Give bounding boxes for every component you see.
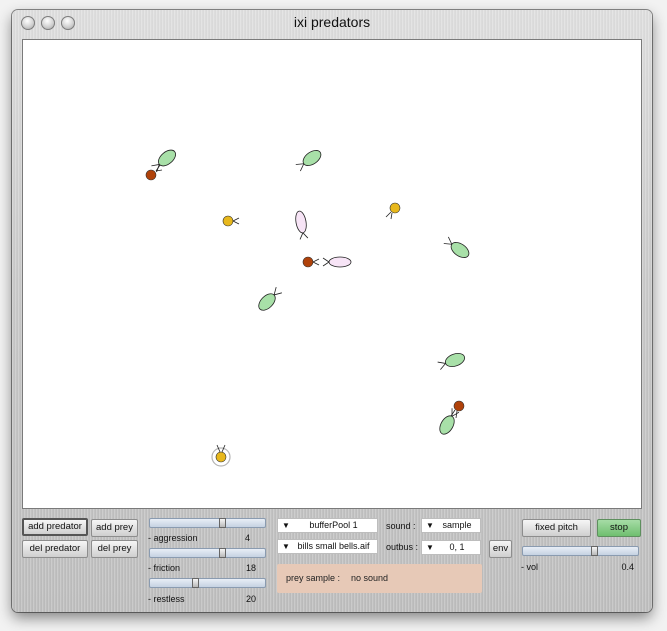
prey-sample-label: prey sample : — [286, 573, 341, 583]
dropdown-arrow-icon: ▼ — [282, 542, 290, 551]
simulation-canvas[interactable] — [22, 39, 642, 509]
buffer-pool-dropdown[interactable]: ▼ bufferPool 1 — [277, 518, 378, 533]
predator-creature[interactable] — [150, 147, 178, 174]
aggression-value: 4 — [244, 533, 250, 543]
friction-value: 18 — [245, 563, 256, 573]
add-prey-button[interactable]: add prey — [91, 519, 138, 537]
add-predator-button[interactable]: add predator — [22, 518, 88, 536]
sample-file-dropdown[interactable]: ▼ bills small bells.aif — [277, 539, 378, 554]
yellow-food-dot[interactable] — [385, 202, 401, 220]
env-button[interactable]: env — [489, 540, 512, 558]
outbus-dropdown[interactable]: ▼ 0, 1 — [421, 540, 481, 555]
vol-value: 0.4 — [621, 562, 634, 572]
prey-creature[interactable] — [294, 210, 309, 240]
sound-label: sound : — [386, 521, 416, 531]
aggression-label: - aggression — [148, 533, 198, 543]
red-food-dot[interactable] — [302, 256, 320, 268]
prey-creature[interactable] — [322, 256, 352, 268]
title-bar: ixi predators — [12, 10, 652, 36]
prey-sample-value: no sound — [351, 573, 389, 583]
stop-button[interactable]: stop — [597, 519, 641, 537]
outbus-label: outbus : — [386, 542, 419, 552]
friction-slider[interactable] — [149, 548, 266, 558]
sound-dropdown[interactable]: ▼ sample — [421, 518, 481, 533]
dropdown-arrow-icon: ▼ — [426, 543, 434, 552]
predator-creature[interactable] — [443, 235, 472, 260]
aggression-slider-knob[interactable] — [219, 518, 226, 528]
dropdown-arrow-icon: ▼ — [282, 521, 290, 530]
restless-label: - restless — [148, 594, 185, 604]
del-predator-button[interactable]: del predator — [22, 540, 88, 558]
aggression-slider[interactable] — [149, 518, 266, 528]
outbus-value: 0, 1 — [449, 542, 465, 552]
window-title: ixi predators — [293, 14, 371, 30]
restless-slider-knob[interactable] — [192, 578, 199, 588]
del-prey-button[interactable]: del prey — [91, 540, 138, 558]
sample-file-value: bills small bells.aif — [297, 541, 370, 551]
friction-label: - friction — [148, 563, 181, 573]
buffer-pool-value: bufferPool 1 — [309, 520, 358, 530]
predator-creature[interactable] — [256, 286, 284, 314]
vol-label: - vol — [521, 562, 539, 572]
yellow-food-dot[interactable] — [222, 215, 240, 227]
sound-value: sample — [442, 520, 472, 530]
restless-value: 20 — [245, 594, 256, 604]
prey-sample-info: prey sample : no sound — [277, 564, 482, 593]
vol-slider[interactable] — [522, 546, 639, 556]
red-food-dot[interactable] — [145, 164, 163, 181]
fixed-pitch-button[interactable]: fixed pitch — [522, 519, 591, 537]
vol-slider-knob[interactable] — [591, 546, 598, 556]
predator-creature[interactable] — [437, 351, 466, 372]
friction-slider-knob[interactable] — [219, 548, 226, 558]
dropdown-arrow-icon: ▼ — [426, 521, 434, 530]
restless-slider[interactable] — [149, 578, 266, 588]
predator-creature[interactable] — [295, 147, 324, 172]
yellow-food-dot-selected[interactable] — [211, 444, 231, 467]
app-window: ixi predators add predator add prey del … — [12, 10, 652, 612]
